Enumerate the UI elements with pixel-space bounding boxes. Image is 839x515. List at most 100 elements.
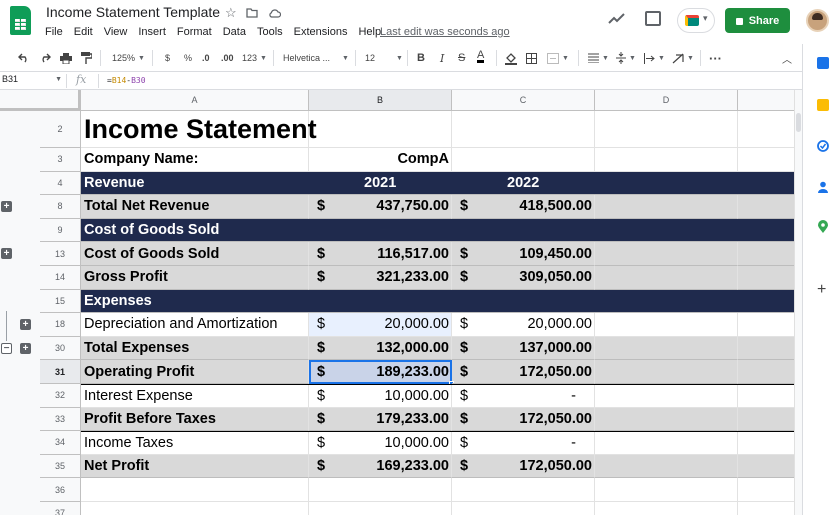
cell-empty[interactable] xyxy=(738,455,794,479)
cell-2021-value[interactable]: $10,000.00 xyxy=(309,385,452,408)
cell-empty[interactable] xyxy=(595,313,738,337)
cell-empty[interactable] xyxy=(595,148,738,172)
italic-button[interactable]: I xyxy=(440,51,444,65)
menu-data[interactable]: Data xyxy=(223,26,246,38)
cell-empty[interactable] xyxy=(738,195,794,219)
cell-2022-value[interactable] xyxy=(452,111,595,148)
increase-decimal-button[interactable]: .00 xyxy=(221,51,234,65)
cell-label[interactable]: Profit Before Taxes xyxy=(81,407,309,432)
row-header[interactable]: 8 xyxy=(40,195,81,219)
cell-empty[interactable] xyxy=(738,385,794,408)
row-header[interactable]: 37 xyxy=(40,502,81,515)
comment-history-icon[interactable] xyxy=(645,11,661,26)
cell-empty[interactable] xyxy=(738,502,794,515)
cell-empty[interactable] xyxy=(595,336,738,361)
more-options-icon[interactable]: ··· xyxy=(709,51,722,66)
text-wrapping-icon[interactable]: ▼ xyxy=(644,51,665,65)
menu-file[interactable]: File xyxy=(45,26,63,38)
print-icon[interactable] xyxy=(60,51,72,65)
row-header[interactable]: 2 xyxy=(40,111,81,148)
collapse-group-icon[interactable]: − xyxy=(1,342,12,354)
cell-empty[interactable] xyxy=(595,219,738,243)
cell-2022-value[interactable]: $418,500.00 xyxy=(452,195,595,219)
cell-2022-value[interactable]: $172,050.00 xyxy=(452,360,595,384)
menu-edit[interactable]: Edit xyxy=(74,26,93,38)
row-header[interactable]: 13 xyxy=(40,242,81,266)
cell-2021-value[interactable]: $20,000.00 xyxy=(309,313,452,337)
cell-2022-value[interactable] xyxy=(452,502,595,515)
expand-group-icon[interactable]: + xyxy=(1,201,12,212)
cell-empty[interactable] xyxy=(595,266,738,290)
vertical-scrollbar[interactable] xyxy=(794,90,802,515)
row-header[interactable]: 30 xyxy=(40,336,81,361)
document-title[interactable]: Income Statement Template xyxy=(46,4,220,20)
row-header[interactable]: 15 xyxy=(40,289,81,314)
cell-2022-value[interactable]: $309,050.00 xyxy=(452,266,595,290)
row-header[interactable]: 31 xyxy=(40,360,81,384)
cell-label[interactable]: Company Name: xyxy=(81,148,309,172)
row-header[interactable]: 35 xyxy=(40,454,81,479)
add-addon-icon[interactable]: + xyxy=(817,282,829,298)
cell-empty[interactable] xyxy=(595,454,738,479)
redo-icon[interactable] xyxy=(39,51,51,65)
cell-empty[interactable] xyxy=(738,290,794,314)
cell-2021-value[interactable]: $169,233.00 xyxy=(309,454,452,479)
cell-2021-value[interactable]: $116,517.00 xyxy=(309,242,452,266)
cell-2022-value[interactable]: $172,050.00 xyxy=(452,454,595,479)
row-header[interactable]: 3 xyxy=(40,148,81,172)
cell-empty[interactable] xyxy=(595,407,738,432)
row-header[interactable]: 36 xyxy=(40,478,81,502)
menu-insert[interactable]: Insert xyxy=(138,26,166,38)
row-header[interactable]: 32 xyxy=(40,384,81,408)
cell-2021-value[interactable]: $189,233.00 xyxy=(309,360,454,386)
cell-empty[interactable] xyxy=(595,502,738,515)
merge-cells-icon[interactable]: ▼ xyxy=(547,51,569,65)
collapse-menus-icon[interactable]: ︿ xyxy=(782,51,792,66)
borders-icon[interactable] xyxy=(526,51,537,65)
cell-empty[interactable] xyxy=(738,266,794,290)
column-header-e[interactable] xyxy=(738,90,794,111)
cell-empty[interactable] xyxy=(738,432,794,455)
cell-2021-value[interactable] xyxy=(309,478,452,502)
expand-group-icon[interactable]: + xyxy=(20,319,31,330)
cell-label[interactable] xyxy=(81,502,309,515)
formula-input[interactable]: =B14-B30 xyxy=(107,76,146,85)
cell-empty[interactable] xyxy=(738,360,794,384)
column-header-c[interactable]: C xyxy=(452,90,595,111)
cell-2021-value[interactable]: $179,233.00 xyxy=(309,407,452,432)
cell-empty[interactable] xyxy=(738,408,794,432)
row-header[interactable]: 34 xyxy=(40,431,81,455)
cell-2022-value[interactable] xyxy=(452,290,595,314)
row-header[interactable]: 33 xyxy=(40,407,81,432)
cell-empty[interactable] xyxy=(595,172,738,196)
move-folder-icon[interactable] xyxy=(246,6,258,21)
font-size-select[interactable]: 12 ▼ xyxy=(365,51,403,65)
column-header-b[interactable]: B xyxy=(309,90,452,111)
maps-icon[interactable] xyxy=(817,220,829,233)
horizontal-align-icon[interactable]: ▼ xyxy=(588,51,609,65)
tasks-icon[interactable] xyxy=(817,139,829,152)
fill-color-icon[interactable] xyxy=(505,51,517,65)
cell-empty[interactable] xyxy=(595,290,738,314)
undo-icon[interactable] xyxy=(18,51,30,65)
cell-empty[interactable] xyxy=(595,360,738,384)
vertical-align-icon[interactable]: ▼ xyxy=(616,51,636,65)
cell-empty[interactable] xyxy=(595,195,738,219)
menu-view[interactable]: View xyxy=(104,26,128,38)
cell-label[interactable]: Cost of Goods Sold xyxy=(81,219,309,243)
expand-group-icon[interactable]: + xyxy=(1,248,12,260)
cell-empty[interactable] xyxy=(595,478,738,502)
contacts-icon[interactable] xyxy=(817,180,829,193)
last-edit-link[interactable]: Last edit was seconds ago xyxy=(380,26,510,38)
star-icon[interactable]: ☆ xyxy=(225,5,237,21)
more-formats-select[interactable]: 123 ▼ xyxy=(242,51,267,65)
cell-label[interactable]: Income Taxes xyxy=(81,432,309,455)
row-header[interactable]: 14 xyxy=(40,266,81,290)
cell-label[interactable]: Net Profit xyxy=(81,454,309,479)
cell-label[interactable]: Depreciation and Amortization xyxy=(81,313,309,337)
cell-empty[interactable] xyxy=(738,478,794,502)
cell-label[interactable]: Cost of Goods Sold xyxy=(81,242,309,266)
scrollbar-thumb[interactable] xyxy=(796,113,801,132)
cloud-saved-icon[interactable] xyxy=(268,6,282,21)
bold-button[interactable]: B xyxy=(417,51,425,65)
